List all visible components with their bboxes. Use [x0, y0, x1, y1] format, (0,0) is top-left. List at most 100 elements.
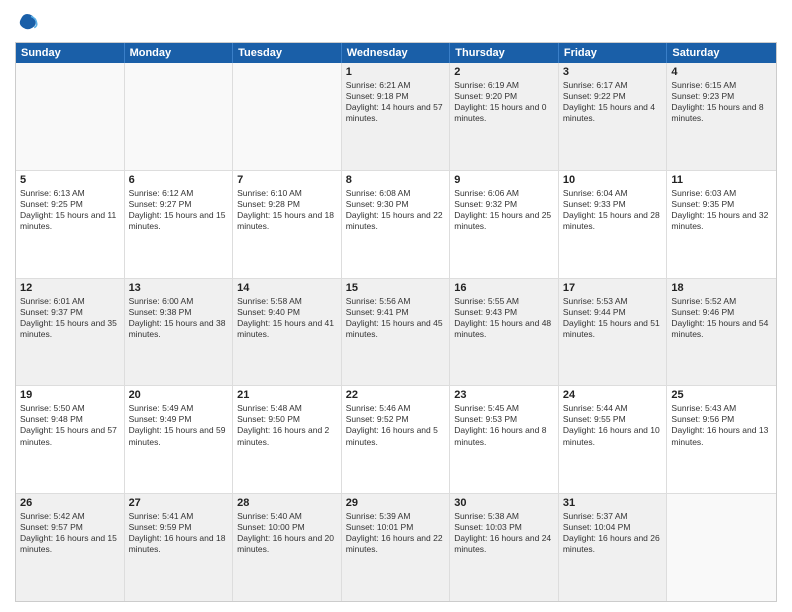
cal-cell: 1 Sunrise: 6:21 AM Sunset: 9:18 PM Daylig… [342, 63, 451, 170]
cell-info: Sunrise: 5:42 AM Sunset: 9:57 PM Dayligh… [20, 511, 120, 555]
cal-cell: 2 Sunrise: 6:19 AM Sunset: 9:20 PM Daylig… [450, 63, 559, 170]
cal-cell: 27 Sunrise: 5:41 AM Sunset: 9:59 PM Dayli… [125, 494, 234, 601]
cal-cell: 25 Sunrise: 5:43 AM Sunset: 9:56 PM Dayli… [667, 386, 776, 493]
page: SundayMondayTuesdayWednesdayThursdayFrid… [0, 0, 792, 612]
cal-cell: 7Sunrise: 6:10 AM Sunset: 9:28 PM Daylig… [233, 171, 342, 278]
cal-cell: 29 Sunrise: 5:39 AM Sunset: 10:01 PM Dayl… [342, 494, 451, 601]
cell-info: Sunrise: 5:50 AM Sunset: 9:48 PM Dayligh… [20, 403, 120, 447]
cal-cell: 12Sunrise: 6:01 AM Sunset: 9:37 PM Dayli… [16, 279, 125, 386]
day-number: 23 [454, 389, 554, 401]
cell-info: Sunrise: 5:45 AM Sunset: 9:53 PM Dayligh… [454, 403, 554, 447]
cell-info: Sunrise: 5:58 AM Sunset: 9:40 PM Dayligh… [237, 296, 337, 340]
day-number: 12 [20, 282, 120, 294]
calendar-body: 1 Sunrise: 6:21 AM Sunset: 9:18 PM Daylig… [16, 63, 776, 601]
calendar: SundayMondayTuesdayWednesdayThursdayFrid… [15, 42, 777, 602]
cal-cell: 26 Sunrise: 5:42 AM Sunset: 9:57 PM Dayli… [16, 494, 125, 601]
cal-cell: 10Sunrise: 6:04 AM Sunset: 9:33 PM Dayli… [559, 171, 668, 278]
cal-cell: 4 Sunrise: 6:15 AM Sunset: 9:23 PM Daylig… [667, 63, 776, 170]
cal-cell [16, 63, 125, 170]
cal-cell: 28 Sunrise: 5:40 AM Sunset: 10:00 PM Dayl… [233, 494, 342, 601]
day-number: 28 [237, 497, 337, 509]
cell-info: Sunrise: 5:37 AM Sunset: 10:04 PM Daylig… [563, 511, 663, 555]
day-number: 6 [129, 174, 229, 186]
day-number: 31 [563, 497, 663, 509]
cal-cell: 24Sunrise: 5:44 AM Sunset: 9:55 PM Dayli… [559, 386, 668, 493]
day-number: 14 [237, 282, 337, 294]
cal-cell: 23 Sunrise: 5:45 AM Sunset: 9:53 PM Dayli… [450, 386, 559, 493]
day-number: 26 [20, 497, 120, 509]
day-number: 17 [563, 282, 663, 294]
day-number: 8 [346, 174, 446, 186]
cal-cell: 17 Sunrise: 5:53 AM Sunset: 9:44 PM Dayli… [559, 279, 668, 386]
day-number: 24 [563, 389, 663, 401]
week-row-5: 26 Sunrise: 5:42 AM Sunset: 9:57 PM Dayli… [16, 494, 776, 601]
cell-info: Sunrise: 5:43 AM Sunset: 9:56 PM Dayligh… [671, 403, 772, 447]
cell-info: Sunrise: 5:38 AM Sunset: 10:03 PM Daylig… [454, 511, 554, 555]
cell-info: Sunrise: 6:00 AM Sunset: 9:38 PM Dayligh… [129, 296, 229, 340]
cell-info: Sunrise: 5:55 AM Sunset: 9:43 PM Dayligh… [454, 296, 554, 340]
day-number: 13 [129, 282, 229, 294]
header-day-wednesday: Wednesday [342, 43, 451, 63]
day-number: 27 [129, 497, 229, 509]
cell-info: Sunrise: 6:10 AM Sunset: 9:28 PM Dayligh… [237, 188, 337, 232]
day-number: 2 [454, 66, 554, 78]
cell-info: Sunrise: 6:06 AM Sunset: 9:32 PM Dayligh… [454, 188, 554, 232]
day-number: 18 [671, 282, 772, 294]
cal-cell [125, 63, 234, 170]
cal-cell: 5Sunrise: 6:13 AM Sunset: 9:25 PM Daylig… [16, 171, 125, 278]
cell-info: Sunrise: 5:53 AM Sunset: 9:44 PM Dayligh… [563, 296, 663, 340]
week-row-3: 12Sunrise: 6:01 AM Sunset: 9:37 PM Dayli… [16, 279, 776, 387]
day-number: 16 [454, 282, 554, 294]
logo [15, 10, 43, 34]
header-day-saturday: Saturday [667, 43, 776, 63]
day-number: 9 [454, 174, 554, 186]
day-number: 4 [671, 66, 772, 78]
cal-cell: 19 Sunrise: 5:50 AM Sunset: 9:48 PM Dayli… [16, 386, 125, 493]
week-row-2: 5Sunrise: 6:13 AM Sunset: 9:25 PM Daylig… [16, 171, 776, 279]
cell-info: Sunrise: 6:15 AM Sunset: 9:23 PM Dayligh… [671, 80, 772, 124]
cal-cell: 21 Sunrise: 5:48 AM Sunset: 9:50 PM Dayli… [233, 386, 342, 493]
cell-info: Sunrise: 6:21 AM Sunset: 9:18 PM Dayligh… [346, 80, 446, 124]
cell-info: Sunrise: 5:41 AM Sunset: 9:59 PM Dayligh… [129, 511, 229, 555]
header-day-monday: Monday [125, 43, 234, 63]
cell-info: Sunrise: 6:17 AM Sunset: 9:22 PM Dayligh… [563, 80, 663, 124]
header-day-sunday: Sunday [16, 43, 125, 63]
week-row-1: 1 Sunrise: 6:21 AM Sunset: 9:18 PM Daylig… [16, 63, 776, 171]
cal-cell: 16 Sunrise: 5:55 AM Sunset: 9:43 PM Dayli… [450, 279, 559, 386]
cell-info: Sunrise: 6:19 AM Sunset: 9:20 PM Dayligh… [454, 80, 554, 124]
cell-info: Sunrise: 5:48 AM Sunset: 9:50 PM Dayligh… [237, 403, 337, 447]
week-row-4: 19 Sunrise: 5:50 AM Sunset: 9:48 PM Dayli… [16, 386, 776, 494]
header [15, 10, 777, 34]
day-number: 30 [454, 497, 554, 509]
day-number: 10 [563, 174, 663, 186]
day-number: 19 [20, 389, 120, 401]
cell-info: Sunrise: 6:03 AM Sunset: 9:35 PM Dayligh… [671, 188, 772, 232]
cal-cell: 31 Sunrise: 5:37 AM Sunset: 10:04 PM Dayl… [559, 494, 668, 601]
day-number: 25 [671, 389, 772, 401]
cal-cell: 3Sunrise: 6:17 AM Sunset: 9:22 PM Daylig… [559, 63, 668, 170]
day-number: 20 [129, 389, 229, 401]
cal-cell: 6Sunrise: 6:12 AM Sunset: 9:27 PM Daylig… [125, 171, 234, 278]
cell-info: Sunrise: 6:08 AM Sunset: 9:30 PM Dayligh… [346, 188, 446, 232]
cal-cell: 22Sunrise: 5:46 AM Sunset: 9:52 PM Dayli… [342, 386, 451, 493]
day-number: 5 [20, 174, 120, 186]
cell-info: Sunrise: 5:56 AM Sunset: 9:41 PM Dayligh… [346, 296, 446, 340]
cal-cell [233, 63, 342, 170]
day-number: 11 [671, 174, 772, 186]
day-number: 21 [237, 389, 337, 401]
cal-cell: 8 Sunrise: 6:08 AM Sunset: 9:30 PM Daylig… [342, 171, 451, 278]
cell-info: Sunrise: 5:52 AM Sunset: 9:46 PM Dayligh… [671, 296, 772, 340]
cell-info: Sunrise: 5:40 AM Sunset: 10:00 PM Daylig… [237, 511, 337, 555]
calendar-header: SundayMondayTuesdayWednesdayThursdayFrid… [16, 43, 776, 63]
day-number: 15 [346, 282, 446, 294]
cell-info: Sunrise: 5:39 AM Sunset: 10:01 PM Daylig… [346, 511, 446, 555]
cal-cell: 14 Sunrise: 5:58 AM Sunset: 9:40 PM Dayli… [233, 279, 342, 386]
cal-cell: 9 Sunrise: 6:06 AM Sunset: 9:32 PM Daylig… [450, 171, 559, 278]
day-number: 22 [346, 389, 446, 401]
cal-cell: 15 Sunrise: 5:56 AM Sunset: 9:41 PM Dayli… [342, 279, 451, 386]
cell-info: Sunrise: 5:49 AM Sunset: 9:49 PM Dayligh… [129, 403, 229, 447]
cal-cell: 11 Sunrise: 6:03 AM Sunset: 9:35 PM Dayli… [667, 171, 776, 278]
cal-cell: 18 Sunrise: 5:52 AM Sunset: 9:46 PM Dayli… [667, 279, 776, 386]
day-number: 1 [346, 66, 446, 78]
day-number: 29 [346, 497, 446, 509]
